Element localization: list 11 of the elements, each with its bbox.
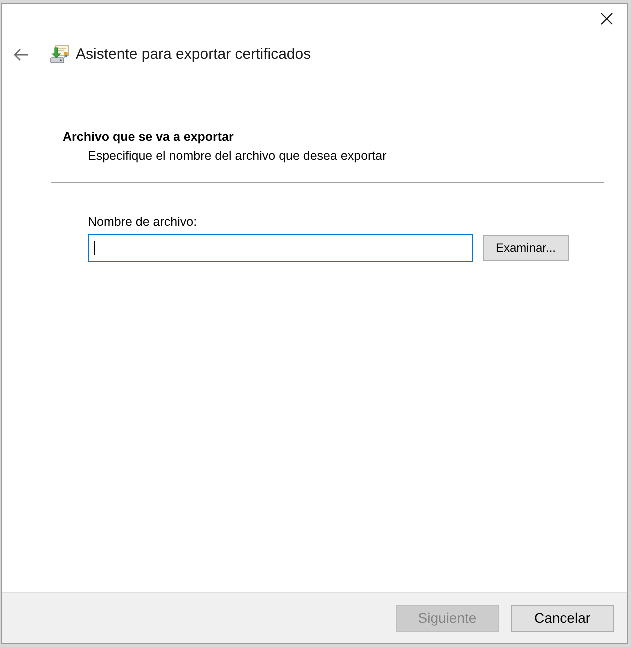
- browse-button[interactable]: Examinar...: [483, 235, 569, 261]
- window-title: Asistente para exportar certificados: [76, 46, 312, 63]
- page-subtitle: Especifique el nombre del archivo que desea exportar: [88, 149, 388, 163]
- page-heading: Archivo que se va a exportar: [63, 130, 235, 144]
- certificate-icon: [50, 44, 70, 64]
- back-arrow-icon[interactable]: [13, 48, 29, 62]
- dialog-button[interactable]: Cancelar: [511, 604, 614, 632]
- file-name-field[interactable]: [88, 234, 473, 262]
- close-icon[interactable]: [601, 13, 613, 25]
- text-cursor-icon: [94, 241, 95, 255]
- field-label: Nombre de archivo:: [88, 215, 198, 229]
